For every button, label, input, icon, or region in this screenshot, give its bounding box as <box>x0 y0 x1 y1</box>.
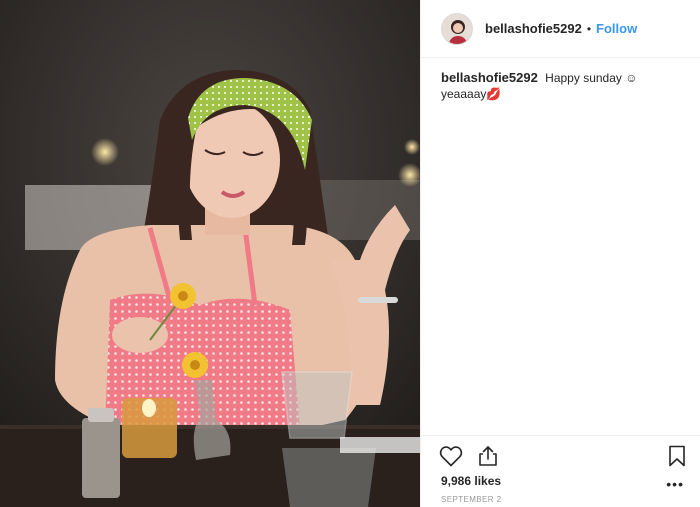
post-photo-image <box>0 0 420 507</box>
avatar[interactable] <box>441 12 473 45</box>
post-date[interactable]: SEPTEMBER 2 <box>421 495 700 504</box>
likes-count[interactable]: 9,986 likes <box>421 474 700 488</box>
instagram-post: bellashofie5292 • Follow bellashofie5292… <box>0 0 700 507</box>
more-options-icon[interactable]: ••• <box>666 476 684 492</box>
heart-icon-svg <box>439 446 463 467</box>
share-icon[interactable] <box>477 445 499 467</box>
follow-button[interactable]: Follow <box>596 21 637 36</box>
bookmark-icon[interactable] <box>668 445 686 467</box>
action-bar <box>421 436 700 470</box>
post-caption: bellashofie5292 Happy sunday ☺ yeaaaay💋 <box>421 58 700 102</box>
post-header: bellashofie5292 • Follow <box>421 0 700 58</box>
share-icon-svg <box>479 446 497 466</box>
caption-username[interactable]: bellashofie5292 <box>441 70 538 85</box>
post-photo[interactable] <box>0 0 420 507</box>
post-actions-area: 9,986 likes SEPTEMBER 2 ••• <box>421 435 700 504</box>
heart-icon[interactable] <box>439 445 463 467</box>
post-username[interactable]: bellashofie5292 <box>485 21 582 36</box>
separator-dot: • <box>586 21 592 36</box>
post-sidebar: bellashofie5292 • Follow bellashofie5292… <box>420 0 700 507</box>
bookmark-icon-svg <box>669 445 685 467</box>
avatar-image <box>442 13 472 44</box>
